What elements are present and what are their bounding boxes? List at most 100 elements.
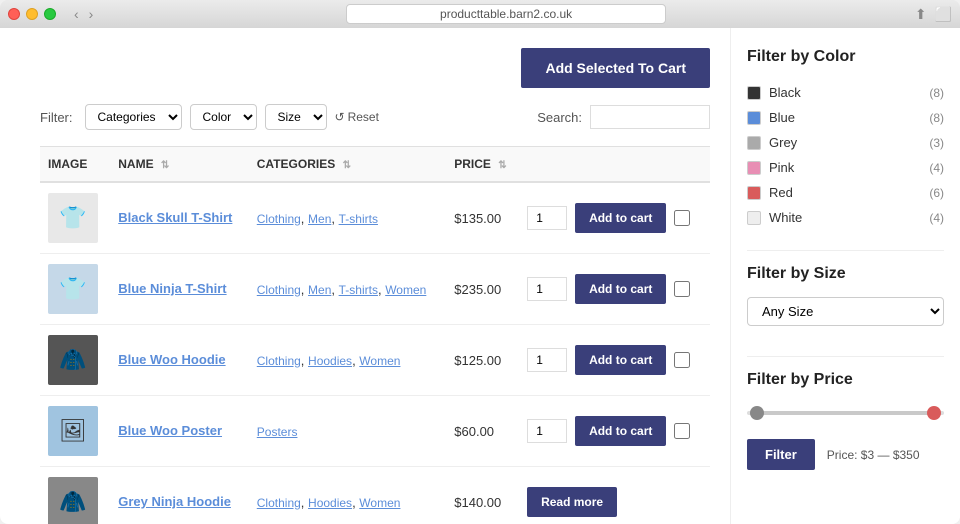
col-name[interactable]: NAME ⇅ (110, 147, 249, 183)
category-link[interactable]: Posters (257, 425, 298, 439)
forward-button[interactable]: › (85, 6, 98, 22)
quantity-input[interactable] (527, 277, 567, 301)
color-count: (4) (929, 161, 944, 175)
name-sort-icon: ⇅ (161, 160, 169, 171)
size-filter-title: Filter by Size (747, 265, 944, 283)
price-slider[interactable] (747, 403, 944, 423)
action-cell: Add to cart (527, 416, 702, 446)
price-filter-button[interactable]: Filter (747, 439, 815, 470)
search-label: Search: (537, 110, 582, 125)
product-image-cell: 🧥 (40, 325, 110, 396)
address-bar-wrap: producttable.barn2.co.uk (103, 4, 908, 24)
main-area: Add Selected To Cart Filter: Categories … (0, 28, 730, 524)
reset-button[interactable]: ↺ Reset (335, 110, 379, 124)
category-link[interactable]: Women (359, 496, 400, 510)
quantity-input[interactable] (527, 348, 567, 372)
product-action-cell: Add to cart (519, 254, 710, 325)
read-more-button[interactable]: Read more (527, 487, 617, 517)
category-link[interactable]: Women (385, 283, 426, 297)
add-to-cart-button[interactable]: Add to cart (575, 274, 666, 304)
color-count: (3) (929, 136, 944, 150)
size-filter[interactable]: Size (265, 104, 327, 130)
product-name-link[interactable]: Blue Woo Poster (118, 423, 222, 438)
color-filter[interactable]: Color (190, 104, 257, 130)
color-name: Blue (769, 110, 929, 125)
table-row: 🧥Grey Ninja HoodieClothing, Hoodies, Wom… (40, 467, 710, 524)
price-filter-title: Filter by Price (747, 371, 944, 389)
add-to-cart-button[interactable]: Add to cart (575, 345, 666, 375)
color-swatch (747, 161, 761, 175)
product-name-cell: Black Skull T-Shirt (110, 182, 249, 254)
category-link[interactable]: Clothing (257, 354, 301, 368)
col-image: IMAGE (40, 147, 110, 183)
color-list: Black(8)Blue(8)Grey(3)Pink(4)Red(6)White… (747, 80, 944, 230)
color-name: Pink (769, 160, 929, 175)
add-selected-button[interactable]: Add Selected To Cart (521, 48, 710, 88)
color-filter-item[interactable]: Blue(8) (747, 105, 944, 130)
product-name-link[interactable]: Blue Ninja T-Shirt (118, 281, 226, 296)
categories-filter[interactable]: Categories (85, 104, 182, 130)
row-checkbox[interactable] (674, 281, 690, 297)
color-filter-item[interactable]: Red(6) (747, 180, 944, 205)
color-filter-item[interactable]: Grey(3) (747, 130, 944, 155)
size-filter-sidebar[interactable]: Any SizeSMLXL (747, 297, 944, 326)
color-filter-item[interactable]: Pink(4) (747, 155, 944, 180)
col-price[interactable]: PRICE ⇅ (446, 147, 519, 183)
color-swatch (747, 136, 761, 150)
category-link[interactable]: Hoodies (308, 354, 352, 368)
category-link[interactable]: Men (308, 212, 331, 226)
category-link[interactable]: Clothing (257, 212, 301, 226)
slider-thumb-max[interactable] (927, 406, 941, 420)
product-image: 👕 (48, 264, 98, 314)
table-row: 🖼Blue Woo PosterPosters$60.00Add to cart (40, 396, 710, 467)
price-range-label: Price: $3 — $350 (827, 448, 920, 462)
action-cell: Add to cart (527, 203, 702, 233)
row-checkbox[interactable] (674, 423, 690, 439)
add-to-cart-button[interactable]: Add to cart (575, 203, 666, 233)
product-categories-cell: Clothing, Men, T-shirts (249, 182, 447, 254)
row-checkbox[interactable] (674, 210, 690, 226)
sidebar: Filter by Color Black(8)Blue(8)Grey(3)Pi… (730, 28, 960, 524)
quantity-input[interactable] (527, 419, 567, 443)
product-name-cell: Blue Woo Hoodie (110, 325, 249, 396)
action-cell: Read more (527, 487, 702, 517)
product-name-cell: Grey Ninja Hoodie (110, 467, 249, 524)
address-bar[interactable]: producttable.barn2.co.uk (346, 4, 666, 24)
filter-bar: Filter: Categories Color Size ↺ Reset Se… (40, 104, 710, 130)
category-link[interactable]: T-shirts (339, 212, 378, 226)
color-filter-item[interactable]: White(4) (747, 205, 944, 230)
product-name-link[interactable]: Grey Ninja Hoodie (118, 494, 231, 509)
product-categories-cell: Clothing, Hoodies, Women (249, 467, 447, 524)
category-link[interactable]: Women (359, 354, 400, 368)
table-header-row: IMAGE NAME ⇅ CATEGORIES ⇅ PRICE ⇅ (40, 147, 710, 183)
product-price-cell: $135.00 (446, 182, 519, 254)
close-button[interactable] (8, 8, 20, 20)
back-button[interactable]: ‹ (70, 6, 83, 22)
add-selected-wrap: Add Selected To Cart (40, 48, 710, 88)
quantity-input[interactable] (527, 206, 567, 230)
product-price-cell: $125.00 (446, 325, 519, 396)
category-link[interactable]: Men (308, 283, 331, 297)
categories-sort-icon: ⇅ (343, 160, 351, 171)
maximize-button[interactable] (44, 8, 56, 20)
product-name-cell: Blue Woo Poster (110, 396, 249, 467)
category-link[interactable]: Clothing (257, 283, 301, 297)
product-categories-cell: Posters (249, 396, 447, 467)
category-link[interactable]: T-shirts (339, 283, 378, 297)
traffic-lights (8, 8, 56, 20)
table-row: 🧥Blue Woo HoodieClothing, Hoodies, Women… (40, 325, 710, 396)
product-name-link[interactable]: Black Skull T-Shirt (118, 210, 232, 225)
product-price-cell: $235.00 (446, 254, 519, 325)
row-checkbox[interactable] (674, 352, 690, 368)
col-categories[interactable]: CATEGORIES ⇅ (249, 147, 447, 183)
search-input[interactable] (590, 105, 710, 129)
add-to-cart-button[interactable]: Add to cart (575, 416, 666, 446)
category-link[interactable]: Hoodies (308, 496, 352, 510)
browser-window: ‹ › producttable.barn2.co.uk ⬆ ⬜ Add Sel… (0, 0, 960, 524)
product-image-cell: 👕 (40, 254, 110, 325)
category-link[interactable]: Clothing (257, 496, 301, 510)
minimize-button[interactable] (26, 8, 38, 20)
product-name-link[interactable]: Blue Woo Hoodie (118, 352, 225, 367)
slider-thumb-min[interactable] (750, 406, 764, 420)
color-filter-item[interactable]: Black(8) (747, 80, 944, 105)
